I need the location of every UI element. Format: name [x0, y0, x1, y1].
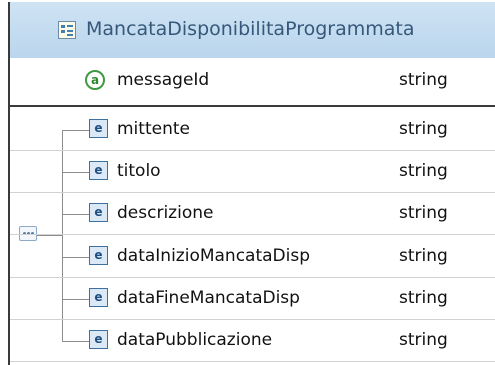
complex-type-box: MancataDisponibilitaProgrammata a messag…: [8, 2, 495, 365]
complex-type-icon: [58, 21, 76, 39]
attribute-icon: a: [85, 70, 105, 90]
complex-type-name: MancataDisponibilitaProgrammata: [86, 18, 415, 40]
element-type: string: [399, 246, 448, 266]
attribute-name[interactable]: messageId: [117, 69, 209, 91]
sequence-stem-line: [34, 235, 62, 236]
element-row[interactable]: e dataInizioMancataDisp string: [10, 237, 495, 278]
element-name: mittente: [117, 119, 190, 139]
element-name: dataInizioMancataDisp: [117, 246, 311, 266]
complex-type-header[interactable]: MancataDisponibilitaProgrammata: [10, 2, 495, 59]
element-icon: e: [89, 288, 108, 307]
element-name: dataPubblicazione: [117, 330, 273, 350]
element-row[interactable]: e mittente string: [10, 110, 495, 151]
attributes-section: a messageId string: [10, 58, 495, 107]
element-type: string: [399, 203, 448, 223]
element-icon: e: [89, 246, 108, 265]
element-type: string: [399, 288, 448, 308]
element-icon: e: [89, 330, 108, 349]
element-row[interactable]: e dataFineMancataDisp string: [10, 279, 495, 320]
element-row[interactable]: e descrizione string: [10, 194, 495, 235]
element-name: dataFineMancataDisp: [117, 288, 300, 308]
element-type: string: [399, 119, 448, 139]
attribute-type: string: [399, 70, 448, 90]
element-icon: e: [89, 203, 108, 222]
element-type: string: [399, 330, 448, 350]
element-icon: e: [89, 119, 108, 138]
element-type: string: [399, 161, 448, 181]
element-row[interactable]: e titolo string: [10, 152, 495, 193]
element-name: descrizione: [117, 203, 214, 223]
element-name: titolo: [117, 161, 161, 181]
element-row[interactable]: e dataPubblicazione string: [10, 321, 495, 362]
element-icon: e: [89, 161, 108, 180]
